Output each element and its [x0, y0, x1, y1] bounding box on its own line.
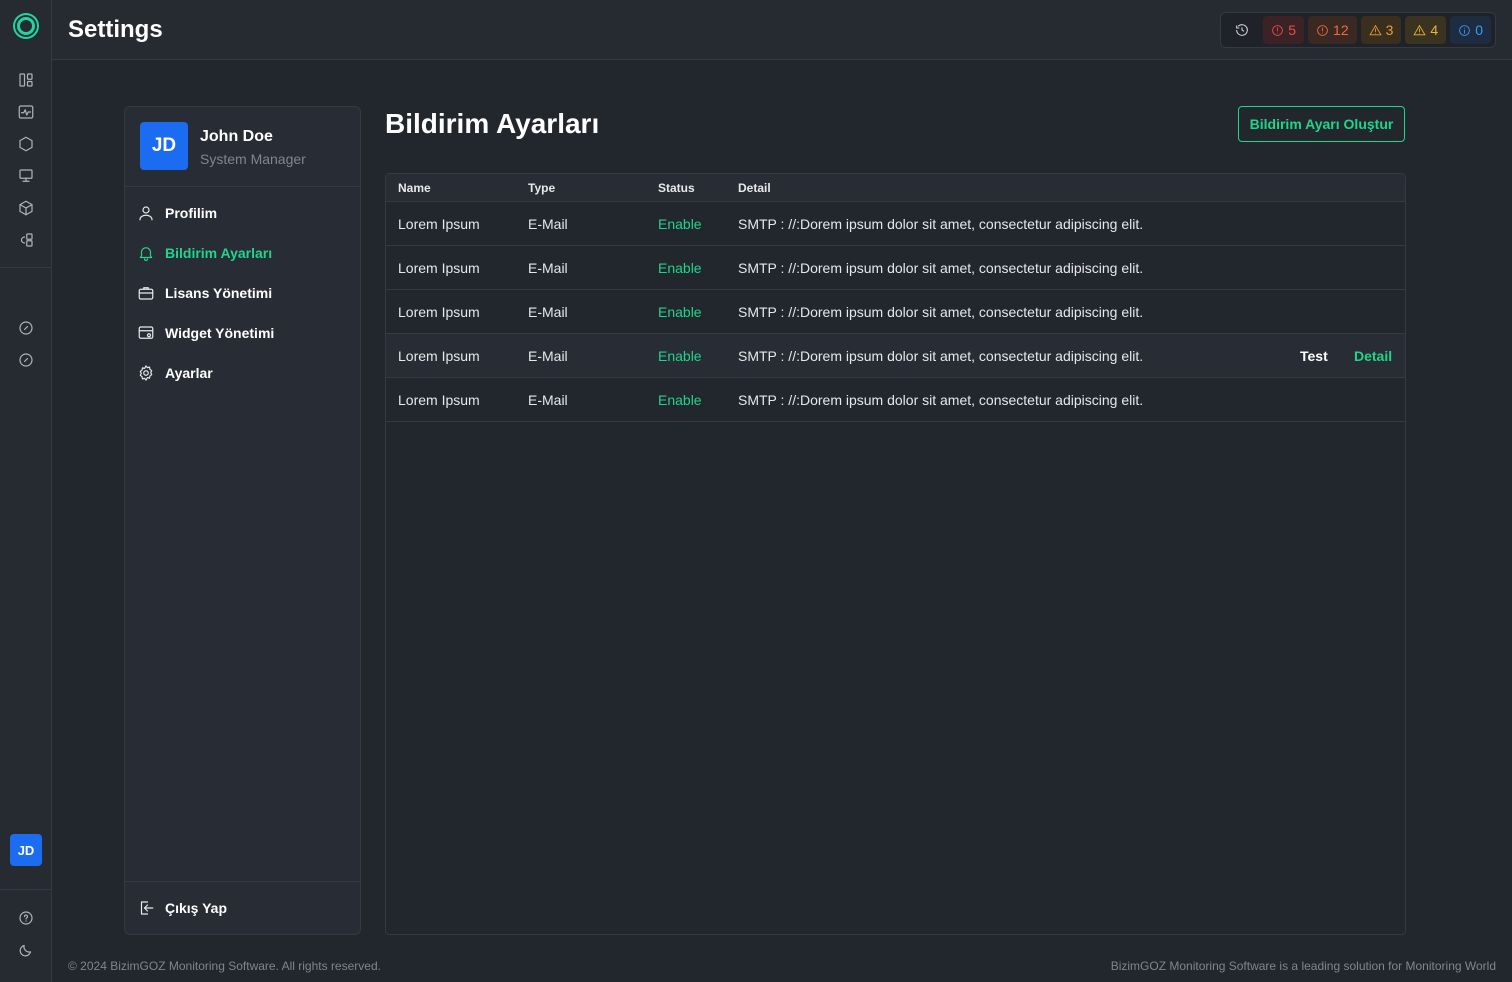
table-header: Name Type Status Detail — [386, 174, 1405, 202]
table-row[interactable]: Lorem Ipsum E-Mail Enable SMTP : //:Dore… — [386, 378, 1405, 422]
menu-item-label: Profilim — [165, 205, 218, 221]
alert-count: 4 — [1430, 22, 1439, 38]
menu-item-ayarlar[interactable]: Ayarlar — [125, 353, 360, 393]
info-circle-icon — [1459, 24, 1471, 36]
alert-circle-icon — [1272, 24, 1284, 36]
alert-chip-critical[interactable]: 5 — [1263, 16, 1305, 44]
cell-detail: SMTP : //:Dorem ipsum dolor sit amet, co… — [738, 303, 1144, 320]
cell-type: E-Mail — [528, 259, 568, 276]
cell-name: Lorem Ipsum — [398, 347, 480, 364]
warning-triangle-icon — [1413, 24, 1427, 35]
logout-icon — [140, 901, 154, 915]
cell-status: Enable — [658, 303, 702, 320]
menu-item-label: Ayarlar — [165, 365, 213, 381]
compass-icon[interactable] — [16, 318, 36, 338]
column-header-name[interactable]: Name — [398, 181, 431, 195]
cube-icon[interactable] — [16, 198, 36, 218]
alert-chip-info[interactable]: 0 — [1450, 16, 1491, 44]
cell-status: Enable — [658, 215, 702, 232]
table-row[interactable]: Lorem Ipsum E-Mail Enable SMTP : //:Dore… — [386, 290, 1405, 334]
cell-detail: SMTP : //:Dorem ipsum dolor sit amet, co… — [738, 259, 1144, 276]
cell-type: E-Mail — [528, 303, 568, 320]
page-title: Settings — [68, 16, 163, 43]
rail-divider — [0, 267, 51, 268]
row-detail-button[interactable]: Detail — [1354, 348, 1392, 364]
footer-copyright: © 2024 BizimGOZ Monitoring Software. All… — [68, 959, 381, 973]
cell-detail: SMTP : //:Dorem ipsum dolor sit amet, co… — [738, 347, 1144, 364]
avatar: JD — [140, 122, 188, 170]
cell-type: E-Mail — [528, 347, 568, 364]
compass-alt-icon[interactable] — [16, 350, 36, 370]
widget-settings-icon — [138, 326, 154, 339]
user-icon — [139, 206, 153, 221]
footer-tagline: BizimGOZ Monitoring Software is a leadin… — [1110, 959, 1496, 973]
layout-icon[interactable] — [16, 70, 36, 90]
alert-count: 0 — [1475, 22, 1483, 38]
monitor-icon[interactable] — [16, 166, 36, 186]
shapes-icon[interactable] — [16, 230, 36, 250]
row-test-button[interactable]: Test — [1300, 348, 1328, 364]
cell-type: E-Mail — [528, 391, 568, 408]
menu-item-widget-yonetimi[interactable]: Widget Yönetimi — [125, 313, 360, 353]
briefcase-icon — [138, 287, 154, 300]
icon-rail: JD — [0, 0, 52, 982]
section-title: Bildirim Ayarları — [385, 108, 600, 139]
user-name: John Doe — [200, 128, 273, 145]
cell-type: E-Mail — [528, 215, 568, 232]
cell-name: Lorem Ipsum — [398, 215, 480, 232]
cell-status: Enable — [658, 347, 702, 364]
activity-icon[interactable] — [16, 102, 36, 122]
menu-item-lisans-yonetimi[interactable]: Lisans Yönetimi — [125, 273, 360, 313]
menu-item-profilim[interactable]: Profilim — [125, 193, 360, 233]
menu-item-label: Lisans Yönetimi — [165, 285, 273, 301]
logout-label: Çıkış Yap — [165, 900, 228, 916]
logout-button[interactable]: Çıkış Yap — [125, 881, 360, 934]
column-header-status[interactable]: Status — [658, 181, 695, 195]
help-icon[interactable] — [16, 908, 36, 928]
cell-status: Enable — [658, 259, 702, 276]
alert-count: 5 — [1288, 22, 1297, 38]
history-icon[interactable] — [1225, 16, 1259, 44]
table-row[interactable]: Lorem Ipsum E-Mail Enable SMTP : //:Dore… — [386, 246, 1405, 290]
alert-chip-warning[interactable]: 4 — [1405, 16, 1447, 44]
moon-icon[interactable] — [16, 940, 36, 960]
column-header-type[interactable]: Type — [528, 181, 555, 195]
user-role: System Manager — [200, 151, 306, 167]
rail-avatar[interactable]: JD — [10, 834, 42, 866]
alert-chip-minor[interactable]: 3 — [1360, 16, 1402, 44]
settings-sidebar: JD John Doe System Manager Profilim Bild… — [124, 106, 361, 935]
alert-count: 12 — [1333, 22, 1349, 38]
user-profile-card: JD John Doe System Manager — [125, 107, 360, 187]
alert-summary: 5 12 3 4 0 — [1220, 12, 1496, 48]
cell-status: Enable — [658, 391, 702, 408]
alert-chip-major[interactable]: 12 — [1308, 16, 1357, 44]
menu-item-label: Widget Yönetimi — [165, 325, 275, 341]
cell-detail: SMTP : //:Dorem ipsum dolor sit amet, co… — [738, 215, 1144, 232]
cell-detail: SMTP : //:Dorem ipsum dolor sit amet, co… — [738, 391, 1144, 408]
rail-divider — [0, 889, 51, 890]
create-notification-setting-button[interactable]: Bildirim Ayarı Oluştur — [1238, 106, 1405, 142]
cell-name: Lorem Ipsum — [398, 303, 480, 320]
app-logo[interactable] — [13, 13, 39, 39]
warning-triangle-icon — [1368, 24, 1382, 35]
table-row[interactable]: Lorem Ipsum E-Mail Enable SMTP : //:Dore… — [386, 334, 1405, 378]
settings-menu: Profilim Bildirim Ayarları Lisans Yöneti… — [125, 187, 360, 393]
menu-item-label: Bildirim Ayarları — [165, 245, 273, 261]
cell-name: Lorem Ipsum — [398, 391, 480, 408]
top-bar: Settings 5 12 3 4 0 — [52, 0, 1512, 60]
table-row[interactable]: Lorem Ipsum E-Mail Enable SMTP : //:Dore… — [386, 202, 1405, 246]
gear-icon — [139, 365, 153, 381]
cell-name: Lorem Ipsum — [398, 259, 480, 276]
bell-icon — [139, 247, 153, 262]
column-header-detail[interactable]: Detail — [738, 181, 771, 195]
notification-settings-table: Name Type Status Detail Lorem Ipsum E-Ma… — [385, 173, 1406, 935]
alert-count: 3 — [1385, 22, 1394, 38]
hexagon-icon[interactable] — [16, 134, 36, 154]
menu-item-bildirim-ayarlari[interactable]: Bildirim Ayarları — [125, 233, 360, 273]
alert-circle-icon — [1317, 24, 1328, 36]
